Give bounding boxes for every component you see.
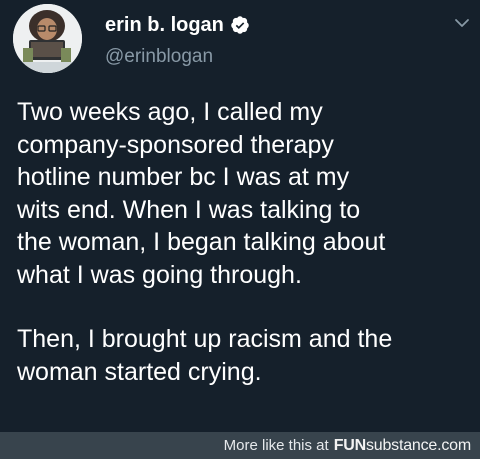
brand-part-fun: FUN [333,436,366,454]
tweet-text-line: Then, I brought up racism and the [17,325,393,353]
tweet-text-line: Two weeks ago, I called my [17,98,323,126]
avatar[interactable] [13,4,82,73]
tweet-text-line: hotline number bc I was at my [17,163,350,191]
tweet-text-line: woman started crying. [17,357,262,386]
watermark-text: More like this at [223,437,329,454]
watermark-bar[interactable]: More like this at FUN substance.com [0,432,480,459]
funsubstance-logo[interactable]: FUN substance.com [333,436,472,455]
tweet-screenshot: erin b. logan @erinblogan Two weeks ago,… [0,0,480,459]
brand-part-substance: substance.com [365,436,471,454]
profile-photo-avatar-icon [13,4,82,73]
author-name-row[interactable]: erin b. logan [105,12,250,38]
tweet-text-line: company-sponsored therapy [17,130,334,159]
author-handle[interactable]: @erinblogan [105,45,213,69]
author-display-name[interactable]: erin b. logan [105,12,224,38]
tweet-text-line: the woman, I began talking about [17,228,386,256]
chevron-down-icon[interactable] [453,14,471,32]
tweet-text: Two weeks ago, I called my company-spons… [17,96,472,388]
tweet-text-line: wits end. When I was talking to [17,195,361,224]
tweet-text-line: what I was going through. [17,260,302,289]
verified-badge-icon [230,15,250,35]
